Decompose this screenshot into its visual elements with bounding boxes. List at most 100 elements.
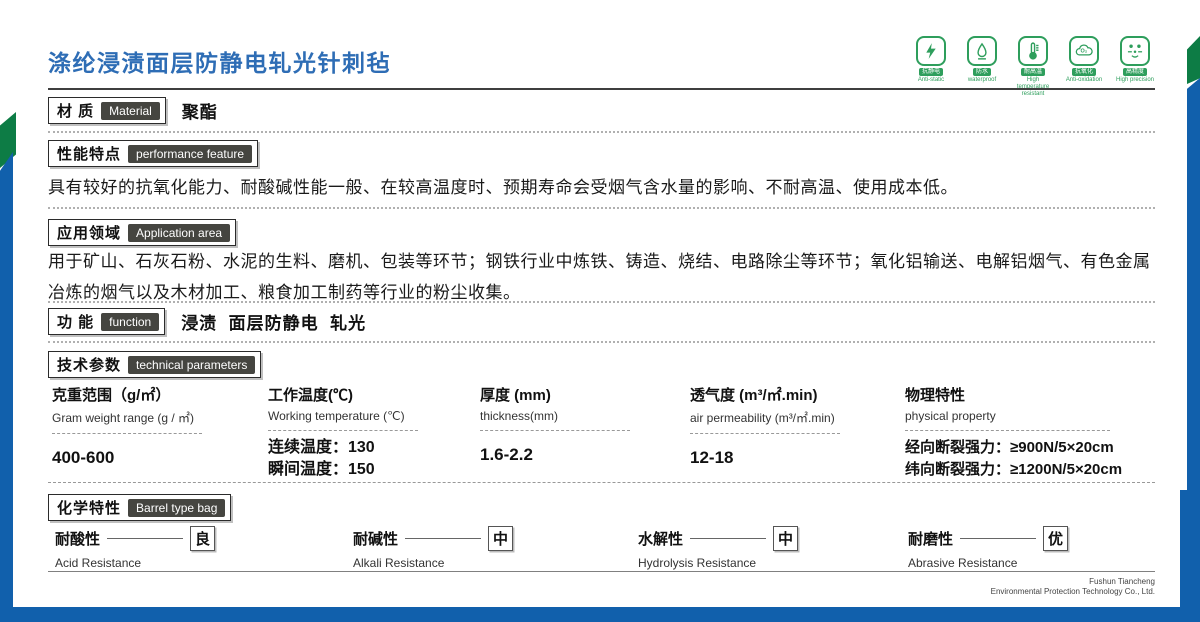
section-en-badge: Barrel type bag bbox=[128, 499, 225, 517]
tech-col-physical-property: 物理特性 physical property 经向断裂强力：≥900N/5×20… bbox=[905, 384, 1158, 480]
section-en-badge: performance feature bbox=[128, 145, 252, 163]
feature-zh-label: 耐高温 bbox=[1021, 68, 1045, 76]
performance-label-row: 性能特点 performance feature bbox=[48, 140, 258, 167]
left-blue-ribbon bbox=[0, 152, 13, 622]
chem-connector-line bbox=[960, 538, 1036, 539]
dotted-separator bbox=[48, 131, 1155, 133]
tech-header-en: air permeability (m³/㎡.min) bbox=[690, 409, 835, 426]
section-zh: 性能特点 bbox=[57, 143, 121, 164]
right-green-ribbon bbox=[1187, 36, 1200, 84]
chem-item-hydrolysis: 水解性 中 Hydrolysis Resistance bbox=[638, 526, 908, 570]
chem-rating-box: 中 bbox=[488, 526, 513, 551]
chemical-properties-row: 耐酸性 良 Acid Resistance 耐碱性 中 Alkali Resis… bbox=[48, 526, 1158, 570]
tech-col-working-temperature: 工作温度(℃) Working temperature (℃) 连续温度：130… bbox=[268, 384, 480, 480]
function-value: 浸渍 面层防静电 轧光 bbox=[181, 309, 366, 334]
chem-en: Acid Resistance bbox=[55, 556, 353, 570]
section-label-performance: 性能特点 performance feature bbox=[48, 140, 258, 167]
section-label-material: 材 质 Material bbox=[48, 97, 166, 124]
lightning-icon bbox=[916, 36, 946, 66]
tech-col-gram-weight: 克重范围（g/㎡） Gram weight range (g / ㎡) 400-… bbox=[52, 384, 268, 480]
chem-item-acid: 耐酸性 良 Acid Resistance bbox=[55, 526, 353, 570]
material-value: 聚酯 bbox=[182, 98, 218, 123]
company-name-line1: Fushun Tiancheng bbox=[991, 577, 1155, 587]
precision-dots-icon bbox=[1120, 36, 1150, 66]
section-en-badge: technical parameters bbox=[128, 356, 255, 374]
section-zh: 功 能 bbox=[57, 311, 94, 332]
chem-en: Abrasive Resistance bbox=[908, 556, 1158, 570]
company-name: Fushun Tiancheng Environmental Protectio… bbox=[991, 577, 1155, 597]
tech-header-zh: 工作温度(℃) bbox=[268, 384, 353, 405]
right-blue-ribbon-step bbox=[1180, 490, 1200, 622]
chem-connector-line bbox=[405, 538, 481, 539]
function-row: 功 能 function 浸渍 面层防静电 轧光 bbox=[48, 308, 366, 335]
tech-col-thickness: 厚度 (mm) thickness(mm) 1.6-2.2 bbox=[480, 384, 690, 480]
section-en-badge: Application area bbox=[128, 224, 230, 242]
chem-connector-line bbox=[107, 538, 183, 539]
page-title: 涤纶浸渍面层防静电轧光针刺毡 bbox=[48, 44, 391, 78]
chem-zh: 耐碱性 bbox=[353, 528, 398, 549]
chem-connector-line bbox=[690, 538, 766, 539]
section-label-application: 应用领域 Application area bbox=[48, 219, 236, 246]
chemical-label-row: 化学特性 Barrel type bag bbox=[48, 494, 231, 521]
tech-value: 连续温度：130 bbox=[268, 437, 375, 458]
feature-zh-label: 抗静电 bbox=[919, 68, 943, 76]
company-name-line2: Environmental Protection Technology Co.,… bbox=[991, 587, 1155, 597]
chem-item-abrasive: 耐磨性 优 Abrasive Resistance bbox=[908, 526, 1158, 570]
thermometer-icon bbox=[1018, 36, 1048, 66]
tech-header-en: thickness(mm) bbox=[480, 409, 558, 423]
tech-col-divider bbox=[52, 433, 202, 434]
feature-en-label: Anti-oxidation bbox=[1066, 77, 1102, 84]
waterdrop-icon bbox=[967, 36, 997, 66]
section-zh: 技术参数 bbox=[57, 354, 121, 375]
tech-value: 12-18 bbox=[690, 448, 733, 468]
section-label-technical: 技术参数 technical parameters bbox=[48, 351, 261, 378]
tech-col-divider bbox=[268, 430, 418, 431]
tech-value: 纬向断裂强力：≥1200N/5×20cm bbox=[905, 459, 1122, 480]
section-label-function: 功 能 function bbox=[48, 308, 165, 335]
title-divider bbox=[48, 88, 1155, 90]
chem-rating-box: 良 bbox=[190, 526, 215, 551]
technical-parameters-table: 克重范围（g/㎡） Gram weight range (g / ㎡) 400-… bbox=[48, 384, 1158, 480]
cloud-o2-icon: O₂ bbox=[1069, 36, 1099, 66]
material-row: 材 质 Material 聚酯 bbox=[48, 97, 218, 124]
tech-col-divider bbox=[905, 430, 1110, 431]
feature-en-label: High precision bbox=[1116, 77, 1154, 84]
chem-en: Hydrolysis Resistance bbox=[638, 556, 908, 570]
footer-divider bbox=[48, 571, 1155, 572]
feature-en-label: waterproof bbox=[968, 77, 996, 84]
dotted-separator bbox=[48, 341, 1155, 343]
svg-text:O₂: O₂ bbox=[1080, 49, 1087, 55]
section-zh: 材 质 bbox=[57, 100, 94, 121]
application-label-row: 应用领域 Application area bbox=[48, 219, 236, 246]
dotted-separator bbox=[48, 301, 1155, 303]
chem-zh: 耐磨性 bbox=[908, 528, 953, 549]
tech-header-zh: 厚度 (mm) bbox=[480, 384, 551, 405]
section-zh: 化学特性 bbox=[57, 497, 121, 518]
tech-header-zh: 克重范围（g/㎡） bbox=[52, 384, 170, 405]
technical-label-row: 技术参数 technical parameters bbox=[48, 351, 261, 378]
section-en-badge: function bbox=[101, 313, 159, 331]
feature-zh-label: 高精度 bbox=[1123, 68, 1147, 76]
product-spec-sheet: 涤纶浸渍面层防静电轧光针刺毡 抗静电 Anti-static 防水 waterp… bbox=[0, 0, 1200, 622]
chem-rating-box: 中 bbox=[773, 526, 798, 551]
tech-header-en: Gram weight range (g / ㎡) bbox=[52, 409, 194, 426]
tech-header-zh: 透气度 (m³/㎡.min) bbox=[690, 384, 818, 405]
tech-col-divider bbox=[480, 430, 630, 431]
application-text: 用于矿山、石灰石粉、水泥的生料、磨机、包装等环节；钢铁行业中炼铁、铸造、烧结、电… bbox=[48, 246, 1158, 308]
chem-zh: 耐酸性 bbox=[55, 528, 100, 549]
feature-zh-label: 抗氧化 bbox=[1072, 68, 1096, 76]
tech-header-en: Working temperature (℃) bbox=[268, 409, 405, 423]
section-zh: 应用领域 bbox=[57, 222, 121, 243]
dashed-separator bbox=[48, 482, 1155, 483]
dotted-separator bbox=[48, 207, 1155, 209]
section-label-chemical: 化学特性 Barrel type bag bbox=[48, 494, 231, 521]
chem-item-alkali: 耐碱性 中 Alkali Resistance bbox=[353, 526, 638, 570]
feature-en-label: Anti-static bbox=[918, 77, 944, 84]
tech-col-divider bbox=[690, 433, 840, 434]
tech-col-air-permeability: 透气度 (m³/㎡.min) air permeability (m³/㎡.mi… bbox=[690, 384, 905, 480]
feature-zh-label: 防水 bbox=[973, 68, 991, 76]
section-en-badge: Material bbox=[101, 102, 160, 120]
performance-text: 具有较好的抗氧化能力、耐酸碱性能一般、在较高温度时、预期寿命会受烟气含水量的影响… bbox=[48, 172, 1158, 203]
chem-rating-box: 优 bbox=[1043, 526, 1068, 551]
tech-value: 1.6-2.2 bbox=[480, 445, 533, 465]
